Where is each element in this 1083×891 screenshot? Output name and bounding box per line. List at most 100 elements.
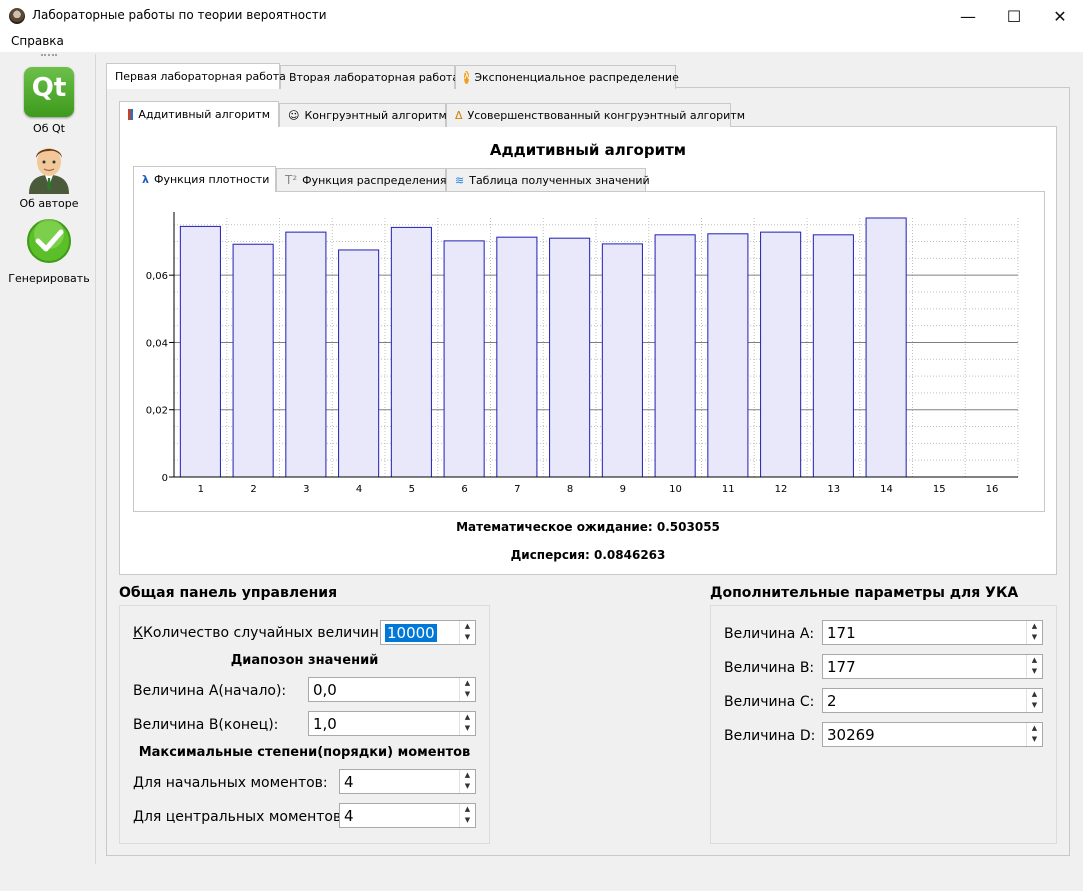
tab-exponential[interactable]: λ Экспоненциальное распределение bbox=[455, 65, 679, 89]
uka-d-spinbox[interactable]: 30269 ▲ ▼ bbox=[822, 722, 1043, 747]
bar bbox=[549, 237, 591, 478]
uka-b-spinbox[interactable]: 177 ▲ ▼ bbox=[822, 654, 1043, 679]
uka-c-spinbox[interactable]: 2 ▲ ▼ bbox=[822, 688, 1043, 713]
window-title: Лабораторные работы по теории вероятност… bbox=[32, 8, 327, 22]
x-tick-label: 5 bbox=[409, 484, 415, 495]
a-start-spinbox[interactable]: 0,0 ▲ ▼ bbox=[308, 677, 476, 702]
bar bbox=[496, 236, 538, 478]
x-tick-label: 4 bbox=[356, 484, 362, 495]
generate-check-icon[interactable] bbox=[26, 218, 72, 264]
tab-values-table[interactable]: ≋ Таблица полученных значений bbox=[446, 168, 650, 192]
tab-label: Экспоненциальное распределение bbox=[474, 71, 679, 84]
up-arrow-icon: ▲ bbox=[464, 713, 471, 721]
up-arrow-icon: ▲ bbox=[1031, 656, 1038, 664]
b-end-spinbox[interactable]: 1,0 ▲ ▼ bbox=[308, 711, 476, 736]
x-tick-label: 11 bbox=[722, 484, 735, 495]
a-start-value: 0,0 bbox=[313, 681, 337, 699]
flask-icon: Δ bbox=[455, 109, 463, 122]
bar bbox=[707, 233, 749, 478]
count-label: ККоличество случайных величин: bbox=[133, 625, 384, 641]
a-start-stepper[interactable]: ▲ ▼ bbox=[459, 678, 475, 701]
count-spinbox[interactable]: 10000 ▲ ▼ bbox=[380, 620, 476, 645]
minimize-icon: — bbox=[960, 6, 976, 26]
bar bbox=[601, 243, 643, 478]
y-tick-label: 0,06 bbox=[146, 271, 168, 282]
t-squared-icon: T² bbox=[285, 173, 298, 187]
initial-moments-value: 4 bbox=[344, 773, 354, 791]
tab-lab2[interactable]: Вторая лабораторная работа bbox=[280, 65, 459, 89]
down-arrow-icon: ▼ bbox=[464, 816, 471, 824]
uka-d-label: Величина D: bbox=[724, 728, 816, 744]
count-stepper[interactable]: ▲ ▼ bbox=[459, 621, 475, 644]
maximize-button[interactable]: ☐ bbox=[991, 0, 1037, 32]
initial-moments-label: Для начальных моментов: bbox=[133, 775, 328, 791]
down-arrow-icon: ▼ bbox=[464, 690, 471, 698]
mask-icon: ☺ bbox=[288, 109, 300, 122]
bar bbox=[179, 225, 221, 478]
central-moments-stepper[interactable]: ▲ ▼ bbox=[459, 804, 475, 827]
uka-a-stepper[interactable]: ▲ ▼ bbox=[1026, 621, 1042, 644]
bar bbox=[812, 234, 854, 478]
uka-a-spinbox[interactable]: 171 ▲ ▼ bbox=[822, 620, 1043, 645]
close-button[interactable]: ✕ bbox=[1037, 0, 1083, 32]
x-tick-label: 13 bbox=[827, 484, 840, 495]
up-arrow-icon: ▲ bbox=[464, 622, 471, 630]
variance-label: Дисперсия: 0.0846263 bbox=[510, 548, 666, 562]
uka-c-value: 2 bbox=[827, 692, 837, 710]
initial-moments-stepper[interactable]: ▲ ▼ bbox=[459, 770, 475, 793]
y-tick-label: 0 bbox=[162, 473, 168, 484]
qt-logo-text: Qt bbox=[31, 73, 67, 103]
initial-moments-spinbox[interactable]: 4 ▲ ▼ bbox=[339, 769, 476, 794]
count-value: 10000 bbox=[385, 624, 437, 642]
tab-lab1[interactable]: Первая лабораторная работа bbox=[106, 63, 286, 89]
bar bbox=[338, 249, 380, 478]
tab-distribution[interactable]: T² Функция распределения bbox=[276, 168, 447, 192]
uka-d-value: 30269 bbox=[827, 726, 875, 744]
about-qt-button[interactable]: Об Qt bbox=[4, 122, 94, 135]
generate-button[interactable]: Генерировать bbox=[4, 272, 94, 285]
control-panel-title: Общая панель управления bbox=[119, 585, 338, 601]
tab-improved-congruent[interactable]: Δ Усовершенствованный конгруэнтный алгор… bbox=[446, 103, 745, 127]
tab-label: Первая лабораторная работа bbox=[115, 70, 286, 83]
qt-logo-icon[interactable]: Qt bbox=[24, 67, 74, 117]
up-arrow-icon: ▲ bbox=[1031, 724, 1038, 732]
x-tick-label: 8 bbox=[567, 484, 573, 495]
x-tick-label: 1 bbox=[198, 484, 204, 495]
minimize-button[interactable]: — bbox=[945, 0, 991, 32]
down-arrow-icon: ▼ bbox=[464, 782, 471, 790]
tab-density[interactable]: λ Функция плотности bbox=[133, 166, 276, 192]
b-end-value: 1,0 bbox=[313, 715, 337, 733]
down-arrow-icon: ▼ bbox=[1031, 735, 1038, 743]
central-moments-spinbox[interactable]: 4 ▲ ▼ bbox=[339, 803, 476, 828]
grid-icon bbox=[128, 109, 134, 120]
uka-d-stepper[interactable]: ▲ ▼ bbox=[1026, 723, 1042, 746]
tab-additive[interactable]: Аддитивный алгоритм bbox=[119, 101, 279, 127]
menu-help[interactable]: Справка bbox=[11, 34, 64, 48]
up-arrow-icon: ▲ bbox=[1031, 622, 1038, 630]
toolbar-grip[interactable] bbox=[41, 54, 57, 58]
bar bbox=[232, 243, 274, 478]
tab-congruent[interactable]: ☺ Конгруэнтный алгоритм bbox=[279, 103, 447, 127]
down-arrow-icon: ▼ bbox=[1031, 633, 1038, 641]
author-avatar-icon[interactable] bbox=[25, 142, 73, 194]
maximize-icon: ☐ bbox=[1006, 6, 1022, 26]
tab-label: Конгруэнтный алгоритм bbox=[304, 109, 447, 122]
about-author-button[interactable]: Об авторе bbox=[4, 197, 94, 210]
lambda-icon: λ bbox=[142, 173, 149, 186]
tab-label: Таблица полученных значений bbox=[469, 174, 650, 187]
uka-b-stepper[interactable]: ▲ ▼ bbox=[1026, 655, 1042, 678]
bar bbox=[285, 231, 327, 478]
uka-b-label: Величина В: bbox=[724, 660, 815, 676]
moments-title: Максимальные степени(порядки) моментов bbox=[138, 745, 471, 760]
up-arrow-icon: ▲ bbox=[464, 679, 471, 687]
uka-c-label: Величина С: bbox=[724, 694, 815, 710]
uka-c-stepper[interactable]: ▲ ▼ bbox=[1026, 689, 1042, 712]
y-tick-label: 0,02 bbox=[146, 406, 168, 417]
central-moments-label: Для центральных моментов: bbox=[133, 809, 346, 825]
down-arrow-icon: ▼ bbox=[464, 633, 471, 641]
down-arrow-icon: ▼ bbox=[1031, 701, 1038, 709]
toolbar-separator bbox=[95, 54, 96, 864]
up-arrow-icon: ▲ bbox=[464, 771, 471, 779]
b-end-stepper[interactable]: ▲ ▼ bbox=[459, 712, 475, 735]
close-icon: ✕ bbox=[1053, 6, 1067, 26]
